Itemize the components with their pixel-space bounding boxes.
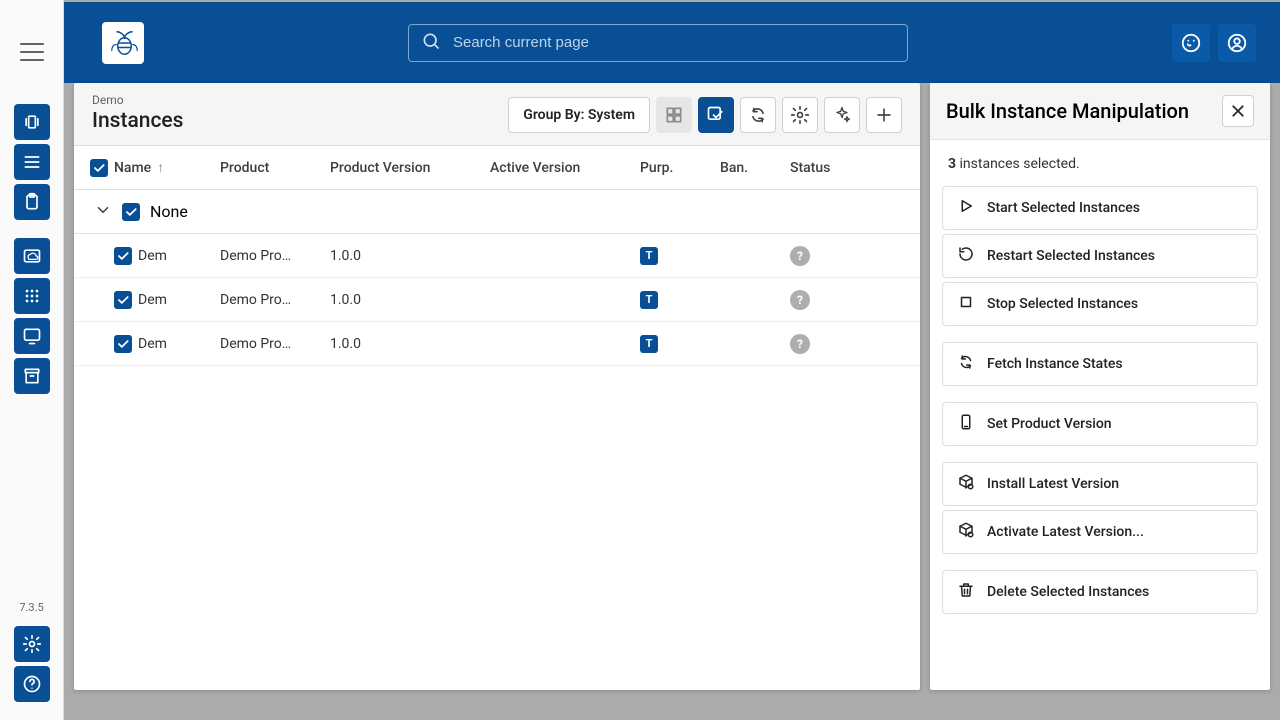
col-active-version[interactable]: Active Version <box>490 160 640 176</box>
row-product: Demo Pro… <box>220 248 330 264</box>
set-version-button[interactable]: Set Product Version <box>942 402 1258 446</box>
stop-icon <box>957 293 975 315</box>
trash-icon <box>957 581 975 603</box>
row-product: Demo Pro… <box>220 292 330 308</box>
row-product-version: 1.0.0 <box>330 248 490 264</box>
restart-instances-button[interactable]: Restart Selected Instances <box>942 234 1258 278</box>
nav-rail: 7.3.5 <box>0 0 64 720</box>
table-row[interactable]: Dem Demo Pro…1.0.0 T? <box>74 234 920 278</box>
restart-icon <box>957 245 975 267</box>
rail-cloud-icon[interactable] <box>14 238 50 274</box>
rail-monitor-icon[interactable] <box>14 318 50 354</box>
app-logo[interactable] <box>102 22 144 64</box>
selection-count: 3 instances selected. <box>948 156 1252 172</box>
purpose-badge: T <box>640 335 658 353</box>
settings-button[interactable] <box>782 97 818 133</box>
table-header: Name ↑ Product Product Version Active Ve… <box>74 146 920 190</box>
chevron-down-icon <box>94 201 112 223</box>
rail-settings-icon[interactable] <box>14 626 50 662</box>
rail-apps-icon[interactable] <box>14 278 50 314</box>
col-purp[interactable]: Purp. <box>640 160 720 176</box>
add-button[interactable] <box>866 97 902 133</box>
row-checkbox[interactable] <box>114 335 132 353</box>
close-button[interactable] <box>1222 95 1254 127</box>
table-group-row[interactable]: None <box>74 190 920 234</box>
bulk-panel-title: Bulk Instance Manipulation <box>946 99 1189 123</box>
search-icon <box>421 31 441 55</box>
delete-instances-button[interactable]: Delete Selected Instances <box>942 570 1258 614</box>
row-name: Dem <box>138 292 167 308</box>
row-name: Dem <box>138 336 167 352</box>
view-list-select-button[interactable] <box>698 97 734 133</box>
main-panel: Demo Instances Group By: System <box>74 83 920 690</box>
purpose-badge: T <box>640 291 658 309</box>
col-name[interactable]: Name <box>114 160 151 176</box>
col-product[interactable]: Product <box>220 160 330 176</box>
account-button[interactable] <box>1218 24 1256 62</box>
col-ban[interactable]: Ban. <box>720 160 790 176</box>
col-product-version[interactable]: Product Version <box>330 160 490 176</box>
row-product-version: 1.0.0 <box>330 292 490 308</box>
rail-list-icon[interactable] <box>14 144 50 180</box>
start-instances-button[interactable]: Start Selected Instances <box>942 186 1258 230</box>
app-version: 7.3.5 <box>19 601 43 614</box>
instances-table: Name ↑ Product Product Version Active Ve… <box>74 146 920 690</box>
play-icon <box>957 197 975 219</box>
select-all-checkbox[interactable] <box>90 159 108 177</box>
rail-instances-icon[interactable] <box>14 104 50 140</box>
fetch-icon <box>957 353 975 375</box>
install-latest-button[interactable]: Install Latest Version <box>942 462 1258 506</box>
bulk-panel: Bulk Instance Manipulation 3 instances s… <box>930 83 1270 690</box>
fetch-states-button[interactable]: Fetch Instance States <box>942 342 1258 386</box>
search-box[interactable] <box>408 24 908 62</box>
sparkle-button[interactable] <box>824 97 860 133</box>
group-checkbox[interactable] <box>122 203 140 221</box>
purpose-badge: T <box>640 247 658 265</box>
menu-toggle[interactable] <box>20 40 44 64</box>
package-install-icon <box>957 473 975 495</box>
group-label: None <box>150 202 188 221</box>
table-row[interactable]: Dem Demo Pro…1.0.0 T? <box>74 322 920 366</box>
row-product: Demo Pro… <box>220 336 330 352</box>
activate-latest-button[interactable]: Activate Latest Version... <box>942 510 1258 554</box>
topbar <box>64 2 1280 83</box>
status-unknown-icon: ? <box>790 334 810 354</box>
theme-button[interactable] <box>1172 24 1210 62</box>
sort-asc-icon: ↑ <box>157 159 164 176</box>
col-status[interactable]: Status <box>790 160 890 176</box>
search-input[interactable] <box>451 33 895 52</box>
page-title: Instances <box>92 109 183 133</box>
rail-archive-icon[interactable] <box>14 358 50 394</box>
stop-instances-button[interactable]: Stop Selected Instances <box>942 282 1258 326</box>
row-name: Dem <box>138 248 167 264</box>
view-grid-button[interactable] <box>656 97 692 133</box>
table-row[interactable]: Dem Demo Pro…1.0.0 T? <box>74 278 920 322</box>
row-checkbox[interactable] <box>114 247 132 265</box>
row-product-version: 1.0.0 <box>330 336 490 352</box>
rail-clipboard-icon[interactable] <box>14 184 50 220</box>
status-unknown-icon: ? <box>790 246 810 266</box>
device-icon <box>957 413 975 435</box>
row-checkbox[interactable] <box>114 291 132 309</box>
status-unknown-icon: ? <box>790 290 810 310</box>
package-activate-icon <box>957 521 975 543</box>
rail-help-icon[interactable] <box>14 666 50 702</box>
group-by-chip[interactable]: Group By: System <box>508 97 650 133</box>
breadcrumb[interactable]: Demo <box>92 93 183 107</box>
sync-button[interactable] <box>740 97 776 133</box>
